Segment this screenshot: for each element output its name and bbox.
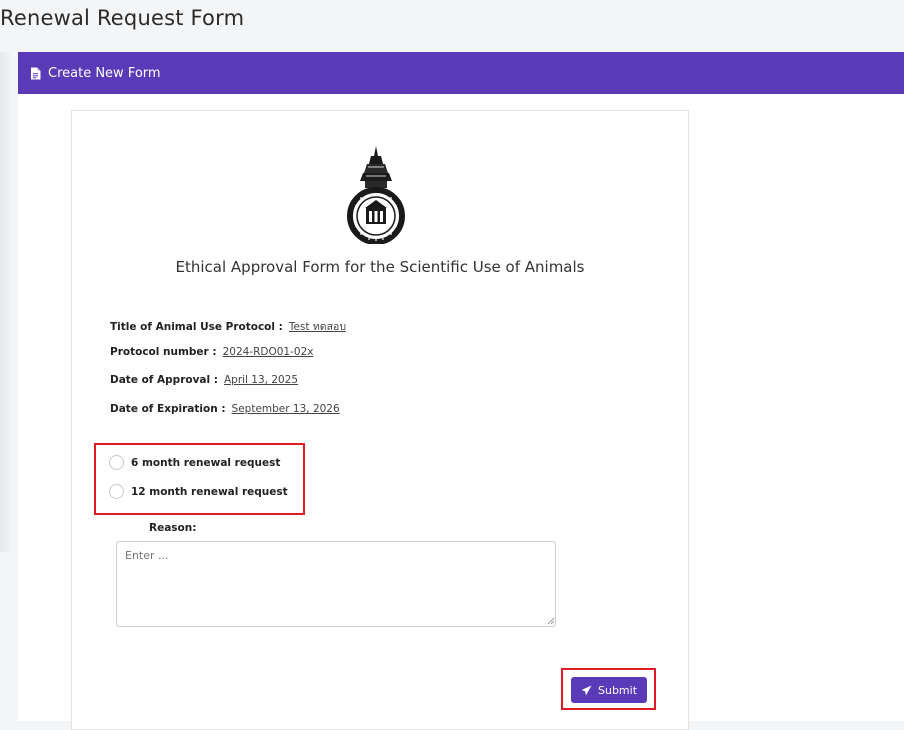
field-label: Title of Animal Use Protocol : — [110, 321, 283, 333]
field-label: Date of Approval : — [110, 374, 218, 386]
field-value: April 13, 2025 — [223, 374, 299, 386]
reason-label: Reason: — [149, 522, 197, 534]
field-label: Date of Expiration : — [110, 403, 226, 415]
radio-label: 12 month renewal request — [131, 485, 288, 498]
field-protocol-number: Protocol number : 2024-RDO01-02x — [110, 346, 313, 358]
reason-textarea[interactable] — [116, 541, 556, 627]
resize-handle-icon[interactable] — [547, 617, 555, 625]
field-date-of-expiration: Date of Expiration : September 13, 2026 — [110, 403, 340, 415]
card-header: Create New Form — [18, 52, 904, 94]
card-header-label: Create New Form — [48, 65, 161, 81]
university-seal-logo — [347, 146, 405, 244]
radio-12-month[interactable]: 12 month renewal request — [109, 484, 288, 499]
form-heading: Ethical Approval Form for the Scientific… — [175, 258, 585, 276]
page-title: Renewal Request Form — [0, 6, 245, 30]
submit-button[interactable]: Submit — [571, 677, 647, 703]
document-icon — [30, 67, 41, 80]
field-protocol-title: Title of Animal Use Protocol : Test ทดสอบ — [110, 318, 346, 335]
sidebar-edge — [0, 52, 12, 552]
paper-plane-icon — [581, 685, 592, 696]
radio-label: 6 month renewal request — [131, 456, 281, 469]
field-label: Protocol number : — [110, 346, 217, 358]
radio-button[interactable] — [109, 455, 124, 470]
field-date-of-approval: Date of Approval : April 13, 2025 — [110, 374, 298, 386]
radio-6-month[interactable]: 6 month renewal request — [109, 455, 280, 470]
submit-label: Submit — [597, 683, 638, 697]
field-value: 2024-RDO01-02x — [222, 346, 314, 358]
field-value: September 13, 2026 — [231, 403, 340, 415]
renewal-options-highlight — [94, 443, 305, 515]
radio-button[interactable] — [109, 484, 124, 499]
field-value: Test ทดสอบ — [288, 321, 346, 333]
